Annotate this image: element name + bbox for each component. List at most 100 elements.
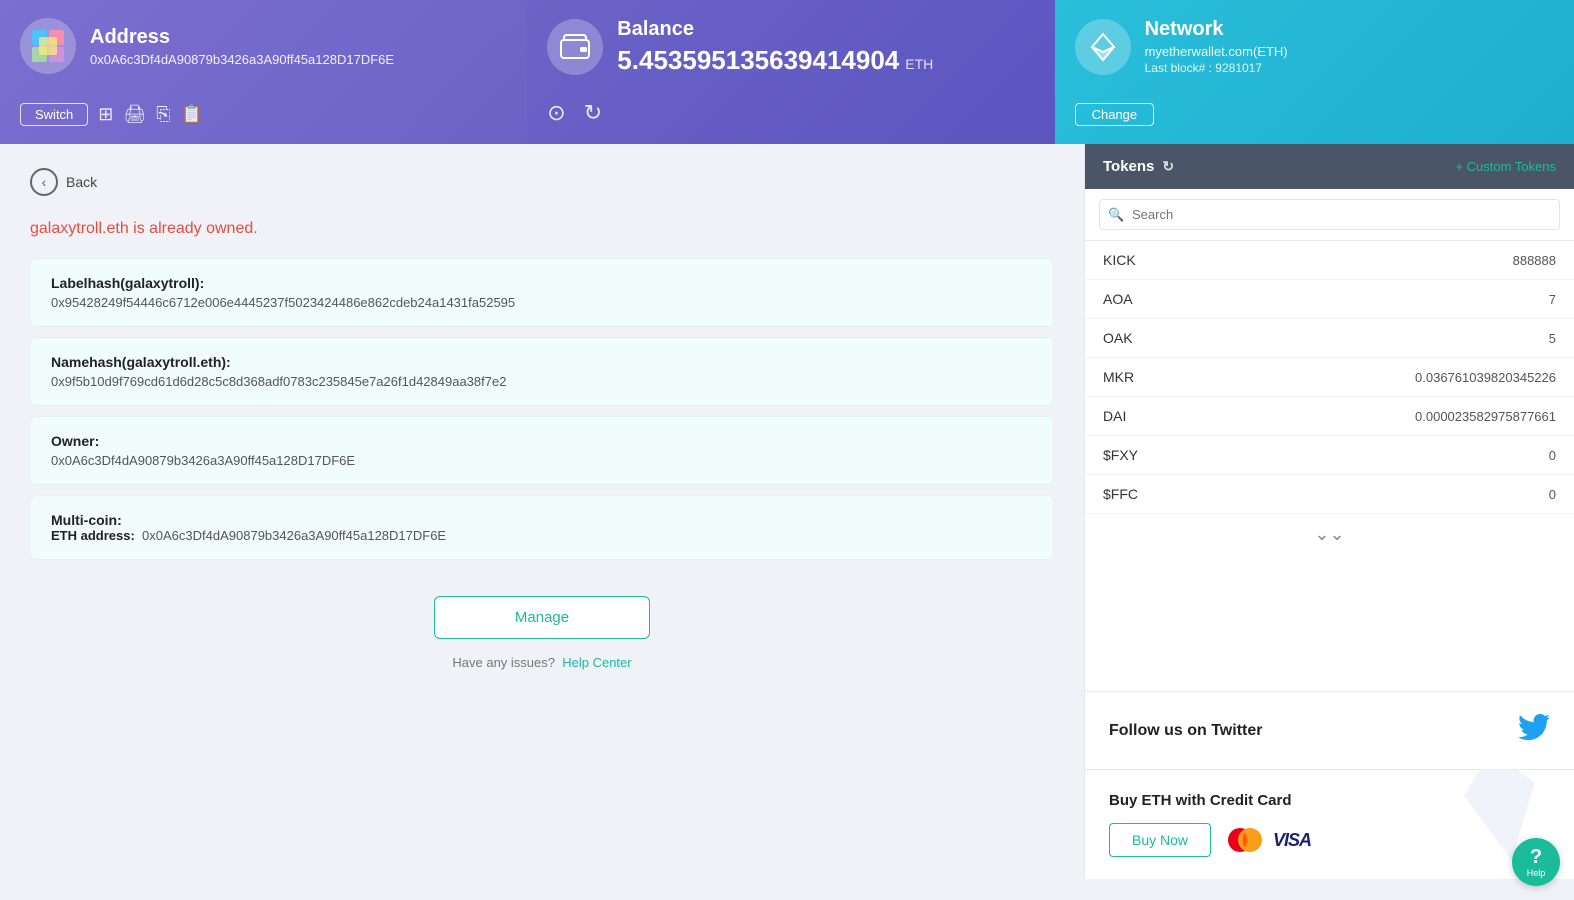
address-actions: Switch ⊞ 🖨 ⎘ 📋	[20, 103, 503, 126]
manage-button[interactable]: Manage	[434, 596, 650, 639]
owner-label: Owner:	[51, 433, 1033, 449]
token-amount-ffc: 0	[1549, 487, 1556, 502]
namehash-value: 0x9f5b10d9f769cd61d6d28c5c8d368adf0783c2…	[51, 374, 1033, 389]
left-content: ‹ Back galaxytroll.eth is already owned.…	[0, 144, 1084, 879]
main-layout: ‹ Back galaxytroll.eth is already owned.…	[0, 144, 1574, 879]
copy-icon[interactable]: ⎘	[156, 104, 170, 125]
back-button[interactable]: ‹ Back	[30, 168, 97, 196]
visa-icon: VISA	[1273, 830, 1311, 851]
print-icon[interactable]: 🖨	[123, 104, 146, 125]
eth-icon	[1086, 30, 1120, 64]
right-sidebar: Tokens ↻ + Custom Tokens 🔍 KICK 888888 A…	[1084, 144, 1574, 879]
twitter-bird-icon	[1518, 714, 1550, 747]
help-float-label: Help	[1527, 868, 1546, 878]
switch-button[interactable]: Switch	[20, 103, 88, 126]
back-circle-icon: ‹	[30, 168, 58, 196]
buy-now-button[interactable]: Buy Now	[1109, 823, 1211, 857]
network-block: Last block# : 9281017	[1145, 61, 1288, 75]
eth-address-prefix: ETH address:	[51, 528, 135, 543]
help-question-icon: ?	[1530, 847, 1542, 867]
tokens-title: Tokens ↻	[1103, 158, 1174, 175]
token-amount-kick: 888888	[1513, 253, 1556, 268]
token-row-oak: OAK 5	[1085, 319, 1574, 358]
token-amount-dai: 0.000023582975877661	[1415, 409, 1556, 424]
mastercard-icon	[1225, 827, 1265, 853]
help-text-label: Have any issues?	[452, 655, 555, 670]
owner-card: Owner: 0x0A6c3Df4dA90879b3426a3A90ff45a1…	[30, 416, 1054, 485]
token-list: KICK 888888 AOA 7 OAK 5 MKR 0.0367610398…	[1085, 241, 1574, 691]
eth-address-value: 0x0A6c3Df4dA90879b3426a3A90ff45a128D17DF…	[142, 528, 446, 543]
search-icon: 🔍	[1108, 207, 1124, 223]
token-amount-oak: 5	[1549, 331, 1556, 346]
balance-title: Balance	[617, 18, 933, 41]
network-actions: Change	[1075, 89, 1550, 126]
balance-icon-circle	[547, 19, 603, 75]
multicoin-value: ETH address: 0x0A6c3Df4dA90879b3426a3A90…	[51, 528, 1033, 543]
tokens-refresh-icon[interactable]: ↻	[1162, 158, 1174, 175]
search-input[interactable]	[1099, 199, 1560, 230]
twitter-section[interactable]: Follow us on Twitter	[1085, 691, 1574, 770]
token-name-dai: DAI	[1103, 408, 1126, 424]
header-row: Address 0x0A6c3Df4dA90879b3426a3A90ff45a…	[0, 0, 1574, 144]
address-avatar-icon	[30, 28, 66, 64]
help-center-link[interactable]: Help Center	[562, 655, 631, 670]
owned-message: galaxytroll.eth is already owned.	[30, 220, 1054, 238]
namehash-label: Namehash(galaxytroll.eth):	[51, 354, 1033, 370]
wallet-icon	[558, 30, 592, 64]
token-row-mkr: MKR 0.03676103982034​5226	[1085, 358, 1574, 397]
namehash-card: Namehash(galaxytroll.eth): 0x9f5b10d9f76…	[30, 337, 1054, 406]
balance-currency: ETH	[905, 56, 933, 72]
token-name-kick: KICK	[1103, 252, 1136, 268]
change-button[interactable]: Change	[1075, 103, 1155, 126]
network-title: Network	[1145, 18, 1288, 41]
show-more-button[interactable]: ⌄⌄	[1085, 514, 1574, 555]
token-name-fxy: $FXY	[1103, 447, 1138, 463]
dots-icon[interactable]: ⊙	[547, 100, 565, 126]
help-text-row: Have any issues? Help Center	[30, 655, 1054, 670]
qr-icon[interactable]: ⊞	[98, 104, 113, 125]
balance-card-top: Balance 5.453595135639414904 ETH	[547, 18, 1030, 76]
balance-card: Balance 5.453595135639414904 ETH ⊙ ↻	[527, 0, 1054, 144]
help-float-button[interactable]: ? Help	[1512, 838, 1560, 886]
token-name-aoa: AOA	[1103, 291, 1133, 307]
network-card: Network myetherwallet.com(ETH) Last bloc…	[1055, 0, 1574, 144]
balance-amount: 5.453595135639414904	[617, 45, 899, 76]
token-amount-mkr: 0.03676103982034​5226	[1415, 370, 1556, 385]
network-card-top: Network myetherwallet.com(ETH) Last bloc…	[1075, 18, 1550, 75]
labelhash-value: 0x95428249f54446c6712e006e4445237f502342…	[51, 295, 1033, 310]
network-name: myetherwallet.com(ETH)	[1145, 44, 1288, 59]
search-wrap: 🔍	[1085, 189, 1574, 241]
token-row-dai: DAI 0.000023582975877661	[1085, 397, 1574, 436]
labelhash-card: Labelhash(galaxytroll): 0x95428249f54446…	[30, 258, 1054, 327]
token-row-fxy: $FXY 0	[1085, 436, 1574, 475]
send-icon[interactable]: ↻	[584, 100, 602, 126]
token-name-mkr: MKR	[1103, 369, 1134, 385]
tokens-title-text: Tokens	[1103, 158, 1154, 175]
network-info: Network myetherwallet.com(ETH) Last bloc…	[1145, 18, 1288, 75]
owner-value: 0x0A6c3Df4dA90879b3426a3A90ff45a128D17DF…	[51, 453, 1033, 468]
token-amount-aoa: 7	[1549, 292, 1556, 307]
address-card: Address 0x0A6c3Df4dA90879b3426a3A90ff45a…	[0, 0, 527, 144]
custom-tokens-link[interactable]: + Custom Tokens	[1455, 159, 1556, 174]
token-name-oak: OAK	[1103, 330, 1133, 346]
multicoin-label: Multi-coin:	[51, 512, 1033, 528]
payment-logos: VISA	[1225, 827, 1311, 853]
balance-actions: ⊙ ↻	[547, 100, 1030, 126]
address-title: Address	[90, 26, 394, 49]
buy-eth-section: Buy ETH with Credit Card Buy Now VISA	[1085, 770, 1574, 879]
labelhash-label: Labelhash(galaxytroll):	[51, 275, 1033, 291]
address-icon-circle	[20, 18, 76, 74]
token-row-aoa: AOA 7	[1085, 280, 1574, 319]
twitter-text: Follow us on Twitter	[1109, 722, 1262, 740]
file-icon[interactable]: 📋	[181, 104, 203, 125]
manage-btn-wrap: Manage	[30, 596, 1054, 639]
token-row-ffc: $FFC 0	[1085, 475, 1574, 514]
address-card-top: Address 0x0A6c3Df4dA90879b3426a3A90ff45a…	[20, 18, 503, 74]
network-icon-circle	[1075, 19, 1131, 75]
tokens-header: Tokens ↻ + Custom Tokens	[1085, 144, 1574, 189]
token-row-kick: KICK 888888	[1085, 241, 1574, 280]
balance-info: Balance 5.453595135639414904 ETH	[617, 18, 933, 76]
multicoin-card: Multi-coin: ETH address: 0x0A6c3Df4dA908…	[30, 495, 1054, 560]
search-inner: 🔍	[1099, 199, 1560, 230]
token-amount-fxy: 0	[1549, 448, 1556, 463]
